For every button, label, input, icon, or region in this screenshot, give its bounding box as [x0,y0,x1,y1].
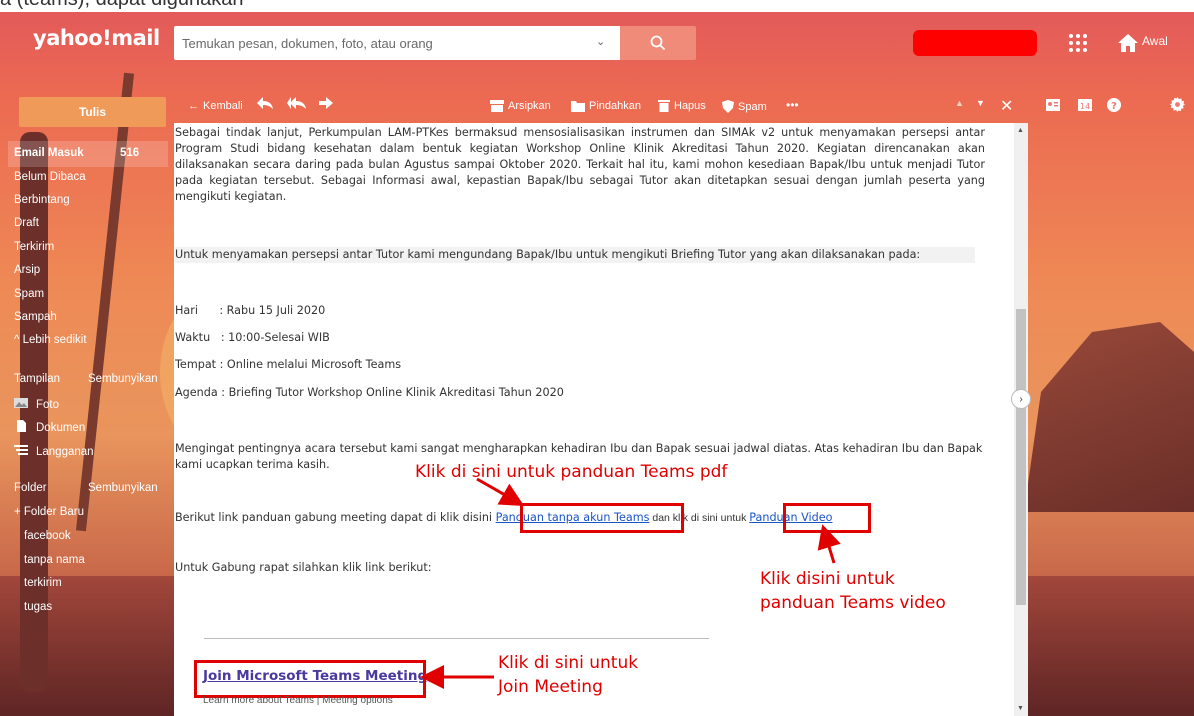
contacts-icon[interactable] [1046,99,1060,111]
reply-button[interactable] [257,97,273,109]
back-button[interactable]: ← Kembali [188,100,243,112]
arrow-left-icon: ← [188,100,199,112]
spam-button[interactable]: Spam [722,100,767,113]
chevron-right-icon: › [1019,393,1023,405]
close-icon: ✕ [1000,98,1014,115]
more-actions-button[interactable]: ••• [786,98,799,112]
apps-grid-icon[interactable] [1067,32,1089,54]
views-section-label: Tampilan [14,373,61,385]
subscriptions-icon [14,445,28,455]
message-toolbar: ← Kembali Arsipkan Pindahkan Hapus Spam •… [174,93,1024,121]
calendar-icon[interactable]: 14 [1078,99,1092,111]
message-scrollbar[interactable]: ▲ ▼ [1014,123,1028,716]
sidebar-item-label: Langganan [36,446,94,458]
shield-icon [722,100,734,113]
scroll-down-icon[interactable]: ▼ [1017,705,1024,712]
trash-icon [658,100,670,112]
folder-item-terkirim[interactable]: terkirim [24,577,62,589]
arrow-to-video-link [817,524,841,564]
move-button[interactable]: Pindahkan [571,100,641,112]
chevron-down-icon[interactable]: ⌄ [596,35,605,48]
folder-section-label: Folder [14,482,47,494]
app-header: yahoo!mail ⌄ Awal [0,12,1194,74]
forward-button[interactable] [319,97,333,109]
sidebar-item-trash[interactable]: Sampah [14,311,57,323]
sidebar-item-inbox[interactable]: Email Masuk [14,147,84,159]
svg-text:14: 14 [1080,102,1090,111]
scrollbar-thumb[interactable] [1016,309,1026,605]
reply-all-icon [287,97,306,109]
gear-icon[interactable] [1170,97,1185,112]
folder-item-tugas[interactable]: tugas [24,601,52,613]
sidebar-item-archive[interactable]: Arsip [14,264,40,276]
sidebar-item-documents[interactable]: Dokumen [14,420,85,434]
sidebar-item-unread[interactable]: Belum Dibaca [14,171,86,183]
sidebar-item-starred[interactable]: Berbintang [14,194,70,206]
svg-text:?: ? [1111,101,1117,112]
folder-item-facebook[interactable]: facebook [24,530,71,542]
triangle-down-icon: ▼ [976,98,985,108]
sidebar-item-subscriptions[interactable]: Langganan [14,444,94,458]
help-icon[interactable]: ? [1107,98,1121,112]
folder-hide-toggle[interactable]: Sembunyikan [88,482,158,494]
document-icon [17,420,26,432]
redacted-account-name [913,30,1037,56]
search-box: ⌄ [174,26,620,60]
expand-panel-button[interactable]: › [1011,389,1031,409]
reply-all-button[interactable] [287,97,307,109]
delete-button[interactable]: Hapus [658,100,706,112]
compose-button[interactable]: Tulis [19,97,166,127]
search-icon [650,35,666,51]
close-message-button[interactable]: ✕ [1000,96,1013,116]
views-hide-toggle[interactable]: Sembunyikan [88,373,158,385]
sidebar-item-label: Foto [36,399,60,411]
sidebar-item-spam[interactable]: Spam [14,288,44,300]
arrow-to-pdf-link [476,477,525,506]
reply-icon [257,97,273,109]
sidebar: Tulis Email Masuk 516 Belum Dibaca Berbi… [0,74,174,716]
right-toolbar: 14 ? [1032,93,1194,121]
yahoo-mail-logo[interactable]: yahoo!mail [33,26,160,50]
triangle-up-icon: ▲ [955,98,964,108]
scroll-up-icon[interactable]: ▲ [1017,127,1024,134]
sidebar-item-sent[interactable]: Terkirim [14,241,54,253]
folder-item-tanpa-nama[interactable]: tanpa nama [24,554,85,566]
top-fragment: a (teams), dapat digunakan [0,0,1194,12]
archive-button[interactable]: Arsipkan [490,100,551,112]
photo-icon [14,398,28,408]
show-less-toggle[interactable]: ^ Lebih sedikit [14,334,87,346]
sidebar-item-label: Dokumen [36,422,86,434]
home-label[interactable]: Awal [1142,34,1168,48]
sidebar-item-drafts[interactable]: Draft [14,217,39,229]
previous-message-button[interactable]: ▲ [955,98,964,108]
new-folder-button[interactable]: + Folder Baru [14,506,84,518]
move-folder-icon [571,101,585,112]
home-icon[interactable] [1117,32,1139,54]
inbox-count: 516 [120,147,140,159]
sidebar-item-photos[interactable]: Foto [14,397,59,411]
message-pane: Sebagai tindak lanjut, Perkumpulan LAM-P… [174,123,1014,716]
forward-icon [319,97,333,109]
annotation-arrows [420,477,841,689]
search-button[interactable] [620,26,696,60]
search-input[interactable] [174,26,600,60]
archive-icon [490,100,504,112]
next-message-button[interactable]: ▼ [976,98,985,108]
